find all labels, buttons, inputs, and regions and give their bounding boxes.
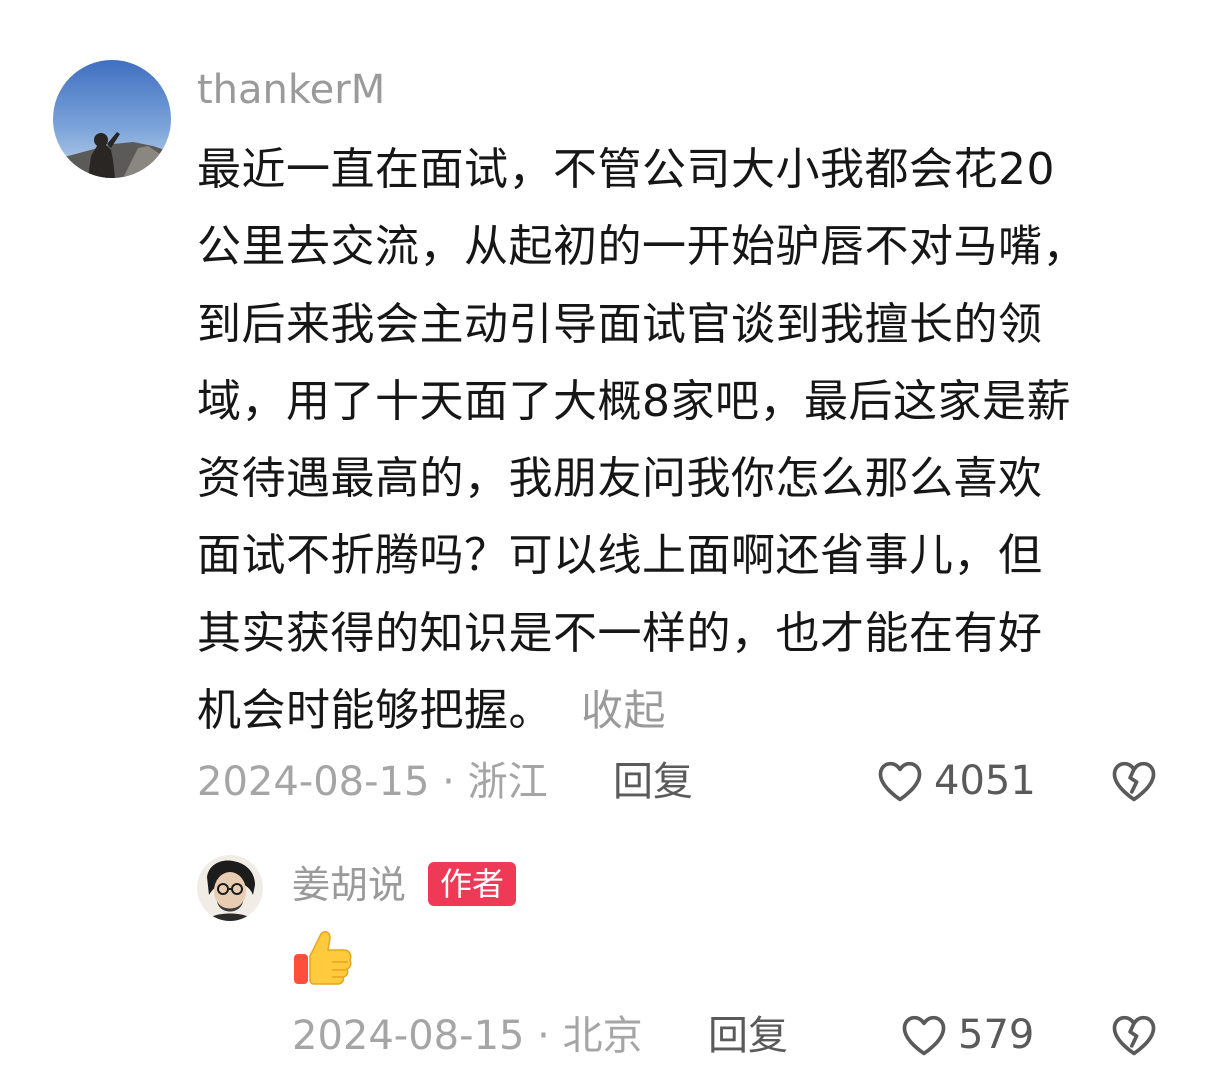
comment-text: 最近一直在面试，不管公司大小我都会花20 公里去交流，从起初的一开始驴唇不对马嘴… [197, 131, 1172, 749]
like-button[interactable]: 4051 [874, 755, 1036, 807]
like-count: 4051 [934, 758, 1036, 804]
heart-outline-icon [902, 1015, 946, 1056]
comment-line: 最近一直在面试，不管公司大小我都会花20 [197, 144, 1055, 195]
comment-line: 资待遇最高的，我朋友问我你怎么那么喜欢 [197, 453, 1043, 505]
reply-reply-button[interactable]: 回复 [708, 1011, 788, 1061]
user-avatar[interactable] [53, 60, 171, 178]
thumbs-up-emoji [290, 926, 354, 992]
reply-avatar[interactable] [197, 855, 263, 921]
reply-button[interactable]: 回复 [613, 757, 693, 807]
author-badge: 作者 [428, 862, 517, 906]
reply-date-location: 2024-08-15 · 北京 [292, 1013, 643, 1059]
reply-like-button[interactable]: 579 [898, 1009, 1034, 1061]
reply-dislike-button[interactable] [1108, 1009, 1160, 1065]
comment-line-text: 机会时能够把握。 [197, 685, 553, 737]
broken-heart-icon [1112, 1015, 1156, 1056]
comment-line: 公里去交流，从起初的一开始驴唇不对马嘴， [197, 221, 1087, 273]
reply-like-count: 579 [958, 1012, 1035, 1058]
heart-outline-icon [878, 761, 922, 802]
comment-line: 到后来我会主动引导面试官谈到我擅长的领 [197, 298, 1043, 350]
comment-line: 其实获得的知识是不一样的，也才能在有好 [197, 607, 1043, 659]
username[interactable]: thankerM [197, 64, 385, 116]
comment-line: 面试不折腾吗？可以线上面啊还省事儿，但 [197, 530, 1043, 582]
reply-username[interactable]: 姜胡说 [292, 860, 406, 910]
dislike-button[interactable] [1108, 755, 1160, 811]
comment-date-location: 2024-08-15 · 浙江 [197, 759, 548, 805]
broken-heart-icon [1112, 761, 1156, 802]
comment-line: 域，用了十天面了大概8家吧，最后这家是薪 [197, 375, 1071, 427]
collapse-button[interactable]: 收起 [581, 686, 666, 735]
comment-line-last: 机会时能够把握。 收起 [197, 672, 1172, 749]
